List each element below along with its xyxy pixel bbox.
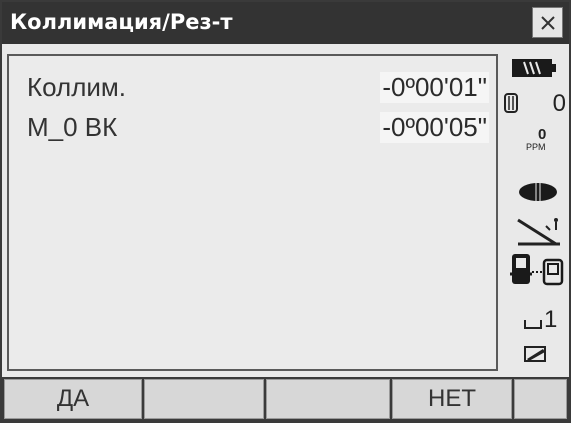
softkey-bar: ДА НЕТ <box>2 377 569 421</box>
communication-icon[interactable] <box>508 252 566 292</box>
close-icon <box>540 15 555 30</box>
softkey-3[interactable] <box>266 379 390 419</box>
collimation-label: Коллим. <box>27 72 126 102</box>
softkey-5[interactable] <box>514 379 567 419</box>
vertical-index-value: -0º00'05" <box>380 112 489 143</box>
collimation-value: -0º00'01" <box>380 72 489 103</box>
close-button[interactable] <box>532 7 563 38</box>
collimation-row: Коллим. -0º00'01" <box>27 72 497 108</box>
target-sheet-icon[interactable] <box>518 182 558 206</box>
softkey-yes[interactable]: ДА <box>4 379 142 419</box>
prism-constant-indicator[interactable]: 0 <box>504 90 568 118</box>
result-panel: Коллим. -0º00'01" М_0 ВК -0º00'05" <box>7 54 498 371</box>
window-title: Коллимация/Рез-т <box>10 10 233 34</box>
battery-icon <box>512 58 556 82</box>
level-indicator[interactable]: 1 <box>524 306 564 334</box>
vertical-index-row: М_0 ВК -0º00'05" <box>27 112 497 148</box>
input-mode-icon[interactable] <box>524 344 548 368</box>
prism-constant-value: 0 <box>552 90 566 117</box>
level-value: 1 <box>544 306 558 333</box>
prism-icon <box>504 93 518 113</box>
title-bar: Коллимация/Рез-т <box>2 2 569 44</box>
ppm-value: 0 <box>538 126 547 143</box>
tilt-compensation-icon[interactable] <box>516 216 562 254</box>
softkey-2[interactable] <box>144 379 264 419</box>
level-bracket-icon <box>524 320 542 329</box>
status-bar: 0 0 PPM 1 <box>502 54 569 372</box>
ppm-indicator[interactable]: 0 PPM <box>524 126 564 156</box>
collimation-result-screen: Коллимация/Рез-т Коллим. -0º00'01" М_0 В… <box>0 0 571 423</box>
vertical-index-label: М_0 ВК <box>27 112 118 142</box>
ppm-unit: PPM <box>526 142 546 152</box>
softkey-no[interactable]: НЕТ <box>392 379 512 419</box>
